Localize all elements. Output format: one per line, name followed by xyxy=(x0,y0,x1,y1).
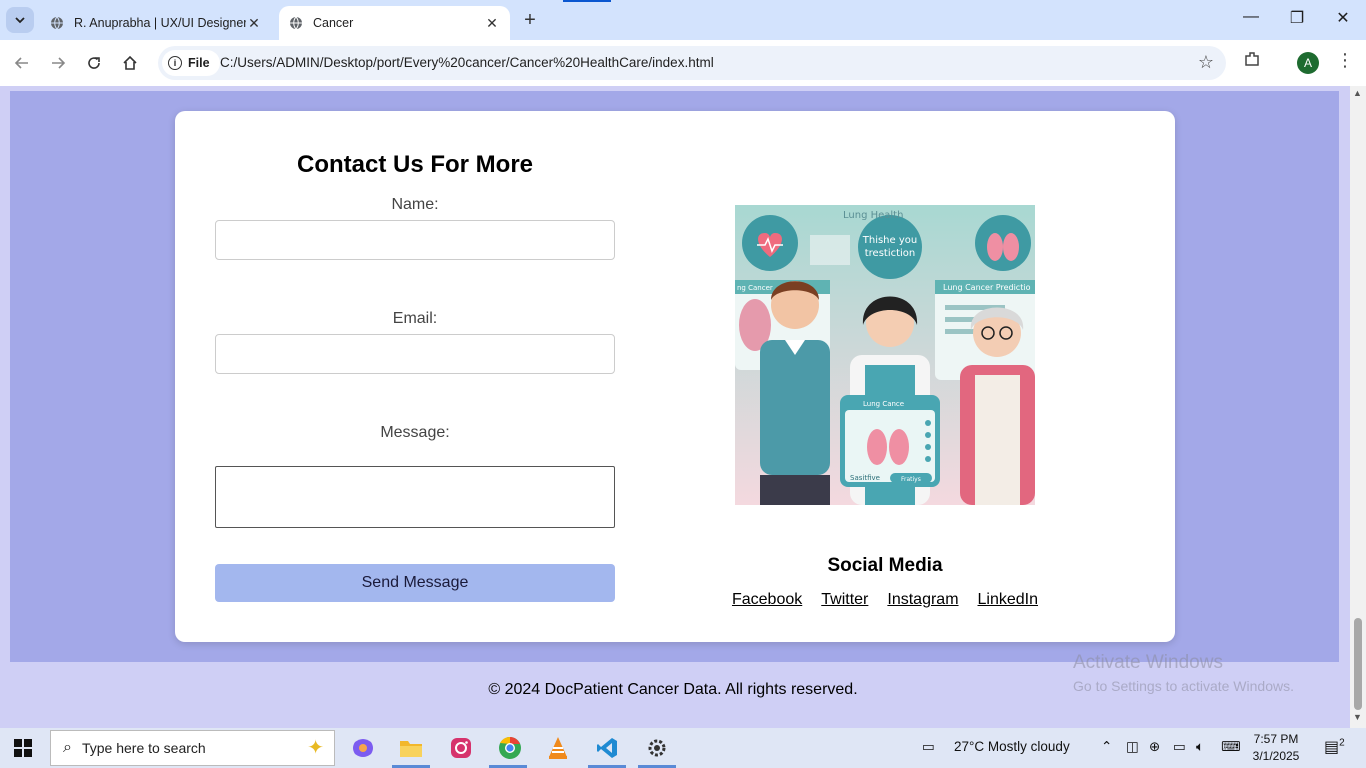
keyboard-icon[interactable]: ⌨ xyxy=(1221,739,1241,755)
meet-icon[interactable]: ◫ xyxy=(1126,739,1139,755)
weather-icon[interactable]: ▭ xyxy=(922,739,935,755)
url-text[interactable]: C:/Users/ADMIN/Desktop/port/Every%20canc… xyxy=(220,55,714,70)
scroll-down-icon[interactable]: ▼ xyxy=(1353,712,1362,722)
minimize-icon[interactable]: — xyxy=(1228,8,1274,26)
chevron-up-icon[interactable]: ⌃ xyxy=(1101,739,1112,755)
tablet-right: Fratiys xyxy=(901,476,921,483)
notification-count: 2 xyxy=(1339,737,1345,749)
illus-top-label: Lung Health xyxy=(843,210,903,221)
taskbar-search[interactable]: ⌕ Type here to search ✦ xyxy=(50,730,335,766)
message-textarea[interactable] xyxy=(215,466,615,528)
address-bar[interactable]: i File C:/Users/ADMIN/Desktop/port/Every… xyxy=(158,46,1226,80)
social-links: Facebook Twitter Instagram LinkedIn xyxy=(685,591,1085,609)
name-label: Name: xyxy=(391,196,439,213)
close-tab-icon[interactable]: ✕ xyxy=(246,15,262,32)
tab-portfolio[interactable]: R. Anuprabha | UX/UI Designer ✕ xyxy=(40,6,272,40)
page-viewport: Contact Us For More Name: Email: Message… xyxy=(0,86,1350,728)
copilot-icon[interactable] xyxy=(349,734,377,762)
name-input[interactable] xyxy=(215,220,615,260)
chrome-icon[interactable] xyxy=(496,734,524,762)
windows-taskbar: ⌕ Type here to search ✦ ▭ 27°C Mostly cl… xyxy=(0,728,1366,768)
email-input[interactable] xyxy=(215,334,615,374)
globe-icon xyxy=(290,16,302,30)
tab-title: R. Anuprabha | UX/UI Designer xyxy=(74,16,246,30)
linkedin-link[interactable]: LinkedIn xyxy=(978,591,1039,609)
vlc-icon[interactable] xyxy=(544,734,572,762)
extensions-icon[interactable] xyxy=(1243,50,1261,73)
battery-icon[interactable]: ▭ xyxy=(1173,739,1186,755)
clock-time: 7:57 PM xyxy=(1253,732,1299,746)
settings-gear-icon[interactable] xyxy=(643,734,671,762)
network-globe-icon[interactable]: ⊕ xyxy=(1149,739,1160,755)
menu-kebab-icon[interactable]: ⋮ xyxy=(1336,50,1354,71)
info-icon: i xyxy=(168,56,182,70)
illus-right-panel: Lung Cancer Predictio xyxy=(943,283,1031,292)
contact-title: Contact Us For More xyxy=(296,151,533,178)
illus-left-panel: ng Cancer xyxy=(737,284,773,292)
notification-icon[interactable]: ▤2 xyxy=(1324,737,1345,757)
browser-toolbar: i File C:/Users/ADMIN/Desktop/port/Every… xyxy=(0,40,1366,86)
back-arrow-icon[interactable] xyxy=(10,51,34,75)
social-media-title: Social Media xyxy=(827,555,943,576)
bubble-text-2: trestiction xyxy=(865,248,916,259)
twitter-link[interactable]: Twitter xyxy=(821,591,868,609)
message-label: Message: xyxy=(380,424,450,441)
clock-date: 3/1/2025 xyxy=(1252,749,1300,763)
contact-section: Contact Us For More Name: Email: Message… xyxy=(10,91,1339,662)
tab-indicator xyxy=(563,0,611,2)
home-icon[interactable] xyxy=(118,51,142,75)
contact-card: Contact Us For More Name: Email: Message… xyxy=(175,111,1175,642)
volume-icon[interactable]: 🔈︎ xyxy=(1196,739,1204,755)
watermark-line1: Activate Windows xyxy=(1073,652,1223,673)
email-label: Email: xyxy=(392,310,438,327)
close-tab-icon[interactable]: ✕ xyxy=(484,15,500,32)
profile-avatar[interactable]: A xyxy=(1297,52,1319,74)
reload-icon[interactable] xyxy=(82,51,106,75)
site-info-chip[interactable]: i File xyxy=(162,50,220,76)
tab-search-button[interactable] xyxy=(6,7,34,33)
search-icon: ⌕ xyxy=(63,739,72,756)
scrollbar-thumb[interactable] xyxy=(1354,618,1362,710)
close-window-icon[interactable]: ✕ xyxy=(1320,8,1366,28)
facebook-link[interactable]: Facebook xyxy=(732,591,802,609)
instagram-app-icon[interactable] xyxy=(447,734,475,762)
watermark-line2: Go to Settings to activate Windows. xyxy=(1073,678,1294,694)
lung-health-illustration: Thishe you trestiction Lung Health ng Ca… xyxy=(735,205,1035,505)
tab-cancer[interactable]: Cancer ✕ xyxy=(279,6,510,40)
tablet-left: Sasitfive xyxy=(850,474,880,482)
site-info-label: File xyxy=(188,56,210,70)
forward-arrow-icon[interactable] xyxy=(46,51,70,75)
tablet-header: Lung Cance xyxy=(863,400,904,408)
activate-windows-watermark: Activate Windows Go to Settings to activ… xyxy=(1073,652,1294,694)
restore-icon[interactable]: ❐ xyxy=(1274,8,1320,28)
taskbar-search-placeholder: Type here to search xyxy=(81,740,206,756)
bubble-text-1: Thishe you xyxy=(862,235,917,246)
chevron-down-icon xyxy=(15,17,25,24)
weather-text[interactable]: 27°C Mostly cloudy xyxy=(954,739,1070,754)
page-scrollbar[interactable]: ▲ ▼ xyxy=(1350,86,1366,728)
vscode-icon[interactable] xyxy=(593,734,621,762)
file-explorer-icon[interactable] xyxy=(397,734,425,762)
system-clock[interactable]: 7:57 PM 3/1/2025 xyxy=(1246,731,1306,765)
sparkle-icon: ✦ xyxy=(307,737,324,759)
bookmark-star-icon[interactable]: ☆ xyxy=(1198,52,1214,73)
scroll-up-icon[interactable]: ▲ xyxy=(1353,88,1362,98)
send-message-button[interactable]: Send Message xyxy=(215,564,615,602)
windows-start-icon[interactable] xyxy=(14,739,32,757)
globe-icon xyxy=(51,16,63,30)
new-tab-button[interactable]: + xyxy=(518,9,542,32)
tab-title: Cancer xyxy=(313,16,354,30)
instagram-link[interactable]: Instagram xyxy=(887,591,958,609)
browser-tab-bar: R. Anuprabha | UX/UI Designer ✕ Cancer ✕… xyxy=(0,0,1366,40)
